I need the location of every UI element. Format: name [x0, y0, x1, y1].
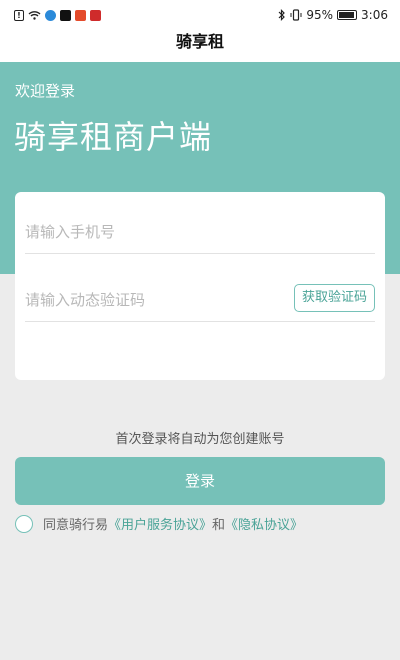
brand-title: 骑享租商户端 [14, 118, 213, 156]
login-card: 获取验证码 [15, 192, 385, 380]
status-right: 95% 3:06 [278, 8, 388, 22]
status-time: 3:06 [361, 8, 388, 22]
agreement-row: 同意骑行易 《用户服务协议》 和 《隐私协议》 [15, 514, 303, 533]
login-button[interactable]: 登录 [15, 457, 385, 505]
app-icon [90, 9, 101, 21]
wifi-icon [28, 11, 41, 20]
alert-icon: ! [14, 9, 24, 21]
status-left: ! [14, 9, 101, 21]
code-field: 获取验证码 [25, 282, 375, 322]
privacy-link[interactable]: 《隐私协议》 [225, 514, 303, 533]
vibrate-icon [290, 9, 302, 21]
app-icon [75, 9, 86, 21]
phone-field [25, 214, 375, 254]
status-bar: ! 95% 3:06 [0, 0, 400, 30]
phone-input[interactable] [25, 214, 265, 250]
agreement-prefix: 同意骑行易 [43, 518, 109, 533]
agreement-and: 和 [212, 518, 226, 533]
agree-radio[interactable] [15, 514, 33, 533]
auto-create-hint: 首次登录将自动为您创建账号 [115, 432, 285, 447]
bluetooth-icon [278, 9, 286, 21]
code-input[interactable] [25, 282, 265, 318]
battery-icon [337, 10, 358, 20]
get-code-button[interactable]: 获取验证码 [293, 284, 375, 312]
tiktok-icon [60, 9, 71, 21]
page-title: 骑享租 [0, 30, 400, 62]
user-agreement-link[interactable]: 《用户服务协议》 [108, 514, 212, 533]
app-icon [45, 9, 56, 21]
battery-percent: 95% [306, 8, 334, 22]
welcome-text: 欢迎登录 [15, 82, 76, 100]
